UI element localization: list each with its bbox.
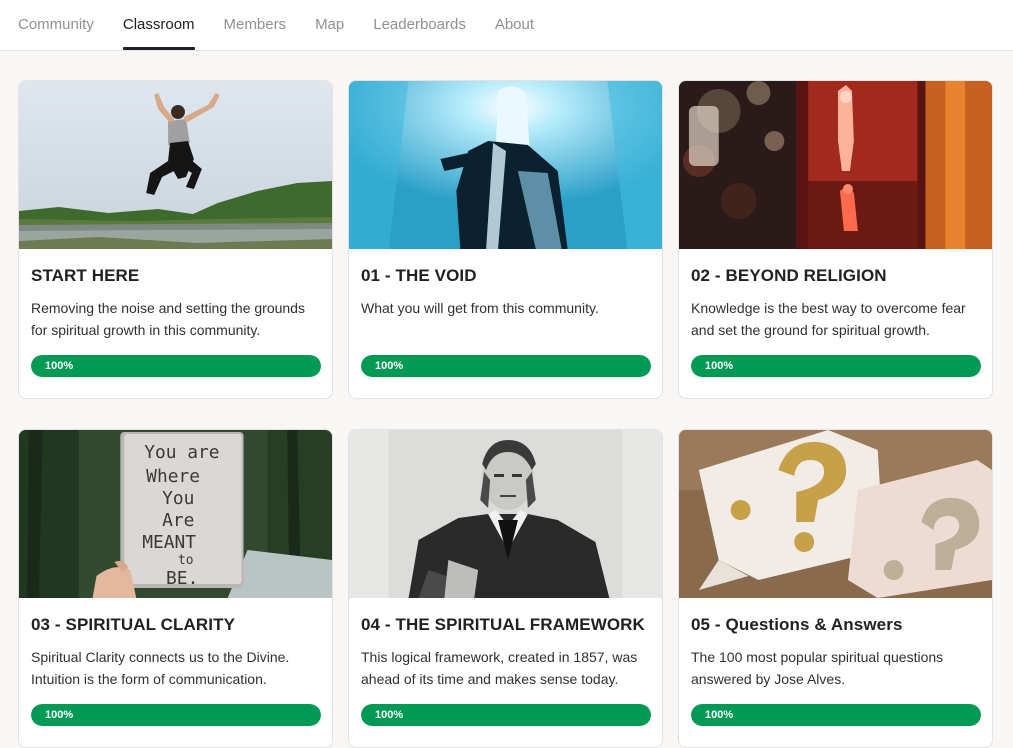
- tab-leaderboards[interactable]: Leaderboards: [373, 0, 466, 50]
- course-title: 05 - Questions & Answers: [691, 615, 903, 634]
- course-title: 04 - THE SPIRITUAL FRAMEWORK: [361, 615, 645, 634]
- notebook-line-2: Where: [146, 466, 200, 487]
- progress-fill: [361, 355, 651, 377]
- engraved-portrait-image: [349, 430, 662, 598]
- progress-label: 100%: [45, 360, 74, 372]
- course-title: START HERE: [31, 266, 140, 285]
- course-card-start-here[interactable]: START HERE Removing the noise and settin…: [18, 80, 333, 399]
- tab-about[interactable]: About: [495, 0, 534, 50]
- course-card-questions-answers[interactable]: 05 - Questions & Answers The 100 most po…: [678, 429, 993, 748]
- question-marks-image: [679, 430, 992, 598]
- glowing-figure-image: [349, 81, 662, 249]
- course-description: What you will get from this community.: [361, 300, 599, 316]
- progress-label: 100%: [375, 360, 404, 372]
- top-navigation: Community Classroom Members Map Leaderbo…: [0, 0, 1013, 51]
- course-thumbnail: [349, 81, 662, 249]
- progress-fill: [691, 355, 981, 377]
- course-card-spiritual-framework[interactable]: 04 - THE SPIRITUAL FRAMEWORK This logica…: [348, 429, 663, 748]
- jumping-person-image: [19, 81, 332, 249]
- course-card-beyond-religion[interactable]: 02 - BEYOND RELIGION Knowledge is the be…: [678, 80, 993, 399]
- course-card-spiritual-clarity[interactable]: You are Where You Are MEANT to BE. 03 - …: [18, 429, 333, 748]
- progress-fill: [31, 704, 321, 726]
- course-card-the-void[interactable]: 01 - THE VOID What you will get from thi…: [348, 80, 663, 399]
- course-title: 03 - SPIRITUAL CLARITY: [31, 615, 236, 634]
- course-description: Spiritual Clarity connects us to the Div…: [31, 649, 290, 687]
- notebook-line-4: Are: [162, 510, 194, 531]
- notebook-line-5: MEANT: [142, 532, 196, 553]
- course-description: Knowledge is the best way to overcome fe…: [691, 300, 966, 338]
- course-progress-bar: 100%: [691, 704, 981, 726]
- course-progress-bar: 100%: [361, 704, 651, 726]
- course-grid: START HERE Removing the noise and settin…: [18, 80, 993, 748]
- course-thumbnail: [679, 430, 992, 598]
- course-thumbnail: You are Where You Are MEANT to BE.: [19, 430, 332, 598]
- progress-fill: [31, 355, 321, 377]
- notebook-line-1: You are: [144, 442, 219, 463]
- progress-fill: [361, 704, 651, 726]
- progress-label: 100%: [375, 709, 404, 721]
- course-description: Removing the noise and setting the groun…: [31, 300, 305, 338]
- course-title: 01 - THE VOID: [361, 266, 477, 285]
- course-description: This logical framework, created in 1857,…: [361, 649, 638, 687]
- tab-community[interactable]: Community: [18, 0, 94, 50]
- course-progress-bar: 100%: [31, 704, 321, 726]
- course-progress-bar: 100%: [31, 355, 321, 377]
- course-thumbnail: [349, 430, 662, 598]
- notebook-in-forest-image: You are Where You Are MEANT to BE.: [19, 430, 332, 598]
- course-thumbnail: [19, 81, 332, 249]
- course-description: The 100 most popular spiritual questions…: [691, 649, 944, 687]
- progress-label: 100%: [705, 360, 734, 372]
- progress-label: 100%: [45, 709, 74, 721]
- tab-map[interactable]: Map: [315, 0, 344, 50]
- notebook-line-6: to: [178, 553, 194, 568]
- tab-classroom[interactable]: Classroom: [122, 0, 195, 50]
- traffic-signal-image: [679, 81, 992, 249]
- course-thumbnail: [679, 81, 992, 249]
- notebook-line-7: BE.: [166, 568, 198, 589]
- course-title: 02 - BEYOND RELIGION: [691, 266, 887, 285]
- tab-members[interactable]: Members: [224, 0, 287, 50]
- course-progress-bar: 100%: [691, 355, 981, 377]
- progress-fill: [691, 704, 981, 726]
- course-progress-bar: 100%: [361, 355, 651, 377]
- notebook-line-3: You: [162, 488, 194, 509]
- progress-label: 100%: [705, 709, 734, 721]
